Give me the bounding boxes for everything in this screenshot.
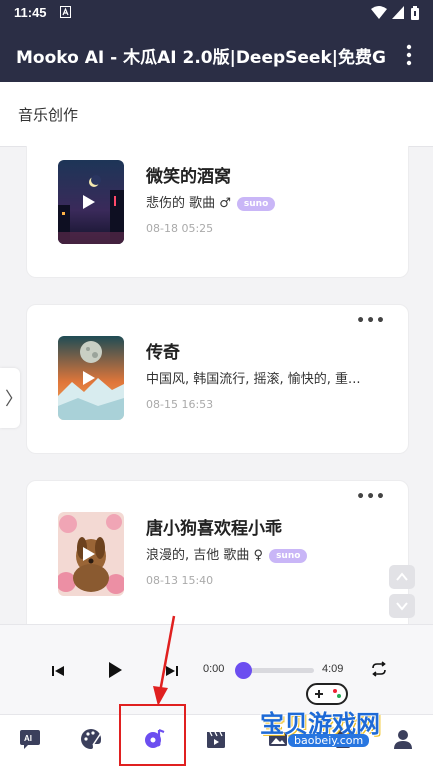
skip-next-icon [166,666,178,676]
song-date: 08-15 16:53 [146,398,214,411]
palette-icon [81,728,102,749]
watermark-logo: 宝贝游戏网 baobeiy.com [260,676,410,747]
status-bar: 11:45 [0,0,433,26]
song-cover[interactable] [58,160,124,244]
model-badge: suno [269,548,308,563]
song-style: 中国风, 韩国流行, 摇滚, 愉快的, 重... [146,372,361,387]
more-options-icon[interactable]: ••• [356,146,386,151]
signal-icon [392,6,404,23]
side-panel-toggle[interactable]: 〉 [0,368,23,428]
skip-previous-icon [52,666,64,676]
song-list[interactable]: ••• 微笑的酒窝 悲伤的 歌曲 ♂ suno 08-18 05:25 ••• [0,146,433,624]
wifi-icon [371,6,387,23]
chevron-up-icon [396,572,408,581]
song-tags: 浪漫的, 吉他 歌曲 ♀ suno [146,544,308,563]
song-card[interactable]: ••• 微笑的酒窝 悲伤的 歌曲 ♂ suno 08-18 05:25 [26,146,409,278]
previous-track-button[interactable] [51,663,65,682]
nav-video[interactable] [204,727,232,755]
total-duration: 4:09 [322,663,344,675]
scroll-down-button[interactable] [389,594,415,618]
model-badge: suno [236,196,276,211]
song-style: 浪漫的, 吉他 歌曲 ♀ [146,548,264,563]
overflow-menu-icon[interactable] [399,42,419,68]
battery-icon [411,6,419,24]
repeat-icon [372,661,386,677]
play-icon[interactable] [83,371,95,385]
chevron-right-icon: 〉 [5,389,23,410]
play-icon[interactable] [83,547,95,561]
song-title: 唐小狗喜欢程小乖 [146,519,282,539]
app-bar: Mooko AI - 木瓜AI 2.0版|DeepSeek|免费GPT-... [0,26,433,82]
song-date: 08-18 05:25 [146,222,214,235]
svg-text:AI: AI [24,734,32,743]
notification-icon [60,6,71,22]
nav-painting[interactable] [79,727,107,755]
song-style: 悲伤的 歌曲 ♂ [146,196,231,211]
progress-knob[interactable] [235,662,252,679]
app-title: Mooko AI - 木瓜AI 2.0版|DeepSeek|免费GPT-... [16,48,386,68]
status-time: 11:45 [14,5,47,20]
current-time: 0:00 [203,663,225,675]
chevron-down-icon [396,602,408,611]
play-icon[interactable] [83,195,95,209]
song-title: 传奇 [146,343,180,363]
nav-ai-chat[interactable]: AI [18,727,46,755]
music-note-icon [145,728,165,748]
song-title: 微笑的酒窝 [146,167,231,187]
song-date: 08-13 15:40 [146,574,214,587]
video-clapper-icon [207,731,225,748]
watermark-url: baobeiy.com [288,734,370,747]
more-options-icon[interactable]: ••• [356,313,386,329]
next-track-button[interactable] [165,663,179,682]
song-card[interactable]: ••• 唐小狗喜欢程小乖 浪漫的, 吉他 歌曲 ♀ suno 08-13 15:4… [26,480,409,624]
section-title: 音乐创作 [18,106,79,124]
song-tags: 悲伤的 歌曲 ♂ suno [146,192,276,211]
ai-chat-icon: AI [20,730,40,749]
play-button[interactable] [107,661,123,683]
song-card[interactable]: ••• 传奇 中国风, 韩国流行, 摇滚, 愉快的, 重... 08-15 16… [26,304,409,454]
song-cover[interactable] [58,512,124,596]
more-options-icon[interactable]: ••• [356,489,386,505]
nav-music[interactable] [142,727,170,755]
song-cover[interactable] [58,336,124,420]
play-icon [109,662,122,678]
song-tags: 中国风, 韩国流行, 摇滚, 愉快的, 重... [146,368,360,387]
scroll-up-button[interactable] [389,565,415,589]
section-header: 音乐创作 [0,82,433,147]
